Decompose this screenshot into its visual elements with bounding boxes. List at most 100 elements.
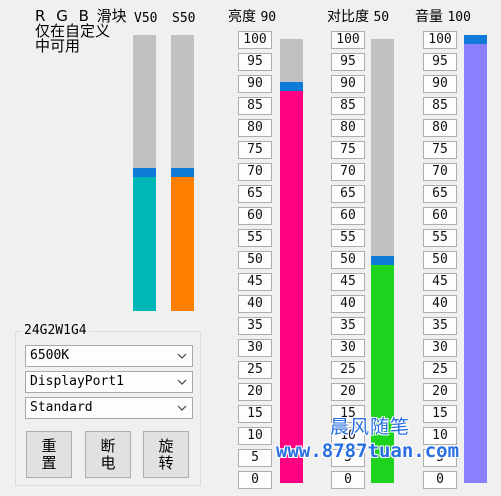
input-source-value: DisplayPort1 [30,374,124,389]
reset-button[interactable]: 重置 [26,431,72,478]
step-button-40[interactable]: 40 [423,295,457,313]
step-button-10[interactable]: 10 [238,427,272,445]
step-button-75[interactable]: 75 [423,141,457,159]
step-button-85[interactable]: 85 [331,97,365,115]
s-slider-thumb[interactable] [171,168,194,177]
contrast-label-text: 对比度 [327,9,369,25]
step-button-20[interactable]: 20 [331,383,365,401]
picture-mode-select[interactable]: Standard [25,397,193,419]
step-button-25[interactable]: 25 [423,361,457,379]
step-button-65[interactable]: 65 [238,185,272,203]
step-button-25[interactable]: 25 [238,361,272,379]
step-button-50[interactable]: 50 [331,251,365,269]
step-button-40[interactable]: 40 [331,295,365,313]
watermark-url: www.8787tuan.com [276,440,460,462]
step-button-0[interactable]: 0 [423,471,457,489]
s-slider[interactable] [171,35,194,311]
step-button-75[interactable]: 75 [331,141,365,159]
brightness-slider-thumb[interactable] [280,82,303,91]
rotate-button[interactable]: 旋转 [143,431,189,478]
color-temp-value: 6500K [30,348,70,363]
picture-mode-value: Standard [30,400,93,415]
step-button-50[interactable]: 50 [423,251,457,269]
step-button-5[interactable]: 5 [238,449,272,467]
step-button-45[interactable]: 45 [331,273,365,291]
step-button-70[interactable]: 70 [238,163,272,181]
step-button-25[interactable]: 25 [331,361,365,379]
contrast-slider-thumb[interactable] [371,256,394,265]
step-button-50[interactable]: 50 [238,251,272,269]
step-button-30[interactable]: 30 [423,339,457,357]
step-button-80[interactable]: 80 [423,119,457,137]
step-button-100[interactable]: 100 [423,31,457,49]
volume-value: 100 [447,10,471,25]
volume-label: 音量 100 [415,9,471,26]
chevron-down-icon [177,379,187,385]
step-button-70[interactable]: 70 [331,163,365,181]
note-line3: 中可用 [35,37,81,55]
rgb-note: R G B 滑块 仅在自定义 中可用 [35,9,127,54]
reset-button-label: 重置 [41,436,57,472]
step-button-55[interactable]: 55 [331,229,365,247]
step-button-80[interactable]: 80 [238,119,272,137]
step-button-100[interactable]: 100 [238,31,272,49]
step-button-45[interactable]: 45 [238,273,272,291]
step-button-55[interactable]: 55 [423,229,457,247]
brightness-value: 90 [260,10,277,25]
step-button-35[interactable]: 35 [331,317,365,335]
v-slider-thumb[interactable] [133,168,156,177]
step-button-70[interactable]: 70 [423,163,457,181]
step-button-95[interactable]: 95 [238,53,272,71]
volume-label-text: 音量 [415,9,443,25]
brightness-label-text: 亮度 [228,9,256,25]
volume-slider-fill [464,44,487,483]
contrast-label: 对比度 50 [327,9,389,26]
step-button-95[interactable]: 95 [423,53,457,71]
input-source-select[interactable]: DisplayPort1 [25,371,193,393]
step-button-85[interactable]: 85 [423,97,457,115]
v-slider-label: V50 [134,11,158,26]
contrast-value: 50 [373,10,390,25]
step-button-20[interactable]: 20 [238,383,272,401]
step-button-0[interactable]: 0 [238,471,272,489]
monitor-model-title: 24G2W1G4 [22,323,89,339]
s-slider-fill [171,177,194,311]
brightness-slider-fill [280,91,303,483]
step-button-60[interactable]: 60 [423,207,457,225]
step-button-60[interactable]: 60 [238,207,272,225]
v-slider[interactable] [133,35,156,311]
s-slider-label: S50 [172,11,196,26]
step-button-35[interactable]: 35 [423,317,457,335]
brightness-slider[interactable] [280,39,303,483]
step-button-35[interactable]: 35 [238,317,272,335]
chevron-down-icon [177,405,187,411]
brightness-label: 亮度 90 [228,9,276,26]
step-button-15[interactable]: 15 [423,405,457,423]
volume-slider-thumb[interactable] [464,35,487,44]
step-button-15[interactable]: 15 [238,405,272,423]
chevron-down-icon [177,353,187,359]
rotate-button-label: 旋转 [158,436,174,472]
step-button-40[interactable]: 40 [238,295,272,313]
step-button-30[interactable]: 30 [331,339,365,357]
step-button-30[interactable]: 30 [238,339,272,357]
step-button-90[interactable]: 90 [238,75,272,93]
step-button-100[interactable]: 100 [331,31,365,49]
step-button-65[interactable]: 65 [331,185,365,203]
step-button-80[interactable]: 80 [331,119,365,137]
color-temp-select[interactable]: 6500K [25,345,193,367]
step-button-90[interactable]: 90 [331,75,365,93]
step-button-65[interactable]: 65 [423,185,457,203]
step-button-90[interactable]: 90 [423,75,457,93]
step-button-85[interactable]: 85 [238,97,272,115]
step-button-45[interactable]: 45 [423,273,457,291]
step-button-55[interactable]: 55 [238,229,272,247]
step-button-20[interactable]: 20 [423,383,457,401]
volume-slider[interactable] [464,35,487,483]
power-off-button[interactable]: 断电 [85,431,131,478]
step-button-95[interactable]: 95 [331,53,365,71]
step-button-75[interactable]: 75 [238,141,272,159]
step-button-60[interactable]: 60 [331,207,365,225]
v-slider-fill [133,177,156,311]
step-button-0[interactable]: 0 [331,471,365,489]
